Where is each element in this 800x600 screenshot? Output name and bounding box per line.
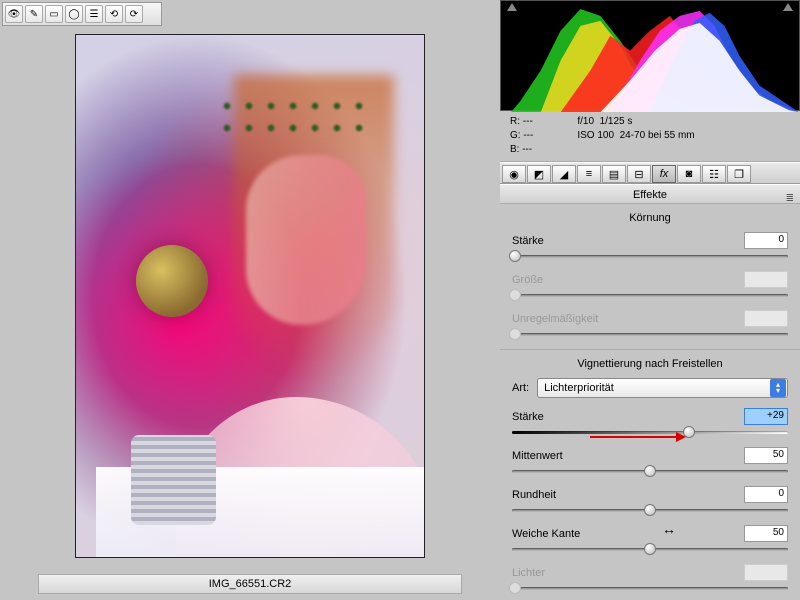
vignette-feather-slider[interactable] [512, 544, 788, 554]
tab-camera-icon[interactable]: ◙ [677, 165, 701, 183]
brush-tool-icon[interactable]: ✎ [25, 5, 43, 23]
grain-size-slider [512, 290, 788, 300]
vignette-section-title: Vignettierung nach Freistellen [512, 358, 788, 370]
vignette-feather-label: Weiche Kante [512, 528, 580, 540]
vignette-midpoint-value[interactable]: 50 [744, 447, 788, 464]
vignette-amount-label: Stärke [512, 411, 544, 423]
grain-size-value [744, 271, 788, 288]
histogram[interactable] [500, 0, 800, 111]
ellipse-tool-icon[interactable]: ◯ [65, 5, 83, 23]
vignette-amount-slider[interactable] [512, 427, 788, 437]
grain-rough-slider [512, 329, 788, 339]
tab-detail-icon[interactable]: ◢ [552, 165, 576, 183]
page-tool-icon[interactable]: ▭ [45, 5, 63, 23]
tab-basic-icon[interactable]: ◉ [502, 165, 526, 183]
filename-label: IMG_66551.CR2 [38, 574, 462, 594]
grain-amount-label: Stärke [512, 235, 544, 247]
select-arrows-icon: ▴▾ [770, 379, 786, 397]
vignette-round-label: Rundheit [512, 489, 556, 501]
readout-aperture: f/10 [577, 116, 594, 127]
grain-rough-value [744, 310, 788, 327]
metadata-readout: R: --- G: --- B: --- f/10 1/125 s ISO 10… [500, 111, 800, 162]
vignette-feather-value[interactable]: 50 [744, 525, 788, 542]
grain-amount-value[interactable]: 0 [744, 232, 788, 249]
tab-lens-icon[interactable]: ⊟ [627, 165, 651, 183]
panel-menu-icon[interactable]: ≣ [786, 189, 794, 209]
rotate-cw-icon[interactable]: ⟳ [125, 5, 143, 23]
readout-b: B: --- [510, 143, 533, 157]
vignette-high-value [744, 564, 788, 581]
tab-hsl-icon[interactable]: ≡ [577, 165, 601, 183]
vignette-midpoint-label: Mittenwert [512, 450, 563, 462]
grain-rough-label: Unregelmäßigkeit [512, 313, 598, 325]
vignette-round-slider[interactable] [512, 505, 788, 515]
vignette-round-value[interactable]: 0 [744, 486, 788, 503]
panel-title: Effekte ≣ [500, 184, 800, 204]
vignette-style-label: Art: [512, 382, 529, 394]
tab-presets-icon[interactable]: ☷ [702, 165, 726, 183]
list-tool-icon[interactable]: ☰ [85, 5, 103, 23]
tab-curve-icon[interactable]: ◩ [527, 165, 551, 183]
readout-r: R: --- [510, 115, 533, 129]
image-preview[interactable] [75, 34, 425, 558]
rotate-ccw-icon[interactable]: ⟲ [105, 5, 123, 23]
grain-size-label: Größe [512, 274, 543, 286]
vignette-midpoint-slider[interactable] [512, 466, 788, 476]
zoom-tool-icon[interactable]: 👁 [5, 5, 23, 23]
readout-lens: 24-70 bei 55 mm [620, 130, 695, 141]
vignette-amount-value[interactable]: +29 [744, 408, 788, 425]
grain-section-title: Körnung [512, 212, 788, 224]
vignette-high-slider [512, 583, 788, 593]
readout-shutter: 1/125 s [600, 116, 633, 127]
readout-iso: ISO 100 [577, 130, 614, 141]
vignette-high-label: Lichter [512, 567, 545, 579]
grain-amount-slider[interactable] [512, 251, 788, 261]
vignette-style-select[interactable]: Lichterpriorität ▴▾ [537, 378, 788, 398]
tab-split-icon[interactable]: ▤ [602, 165, 626, 183]
tab-effects-icon[interactable]: fx [652, 165, 676, 183]
view-toolbar: 👁 ✎ ▭ ◯ ☰ ⟲ ⟳ [2, 2, 162, 26]
panel-tabs: ◉ ◩ ◢ ≡ ▤ ⊟ fx ◙ ☷ ❐ [500, 162, 800, 184]
tab-snap-icon[interactable]: ❐ [727, 165, 751, 183]
readout-g: G: --- [510, 129, 533, 143]
